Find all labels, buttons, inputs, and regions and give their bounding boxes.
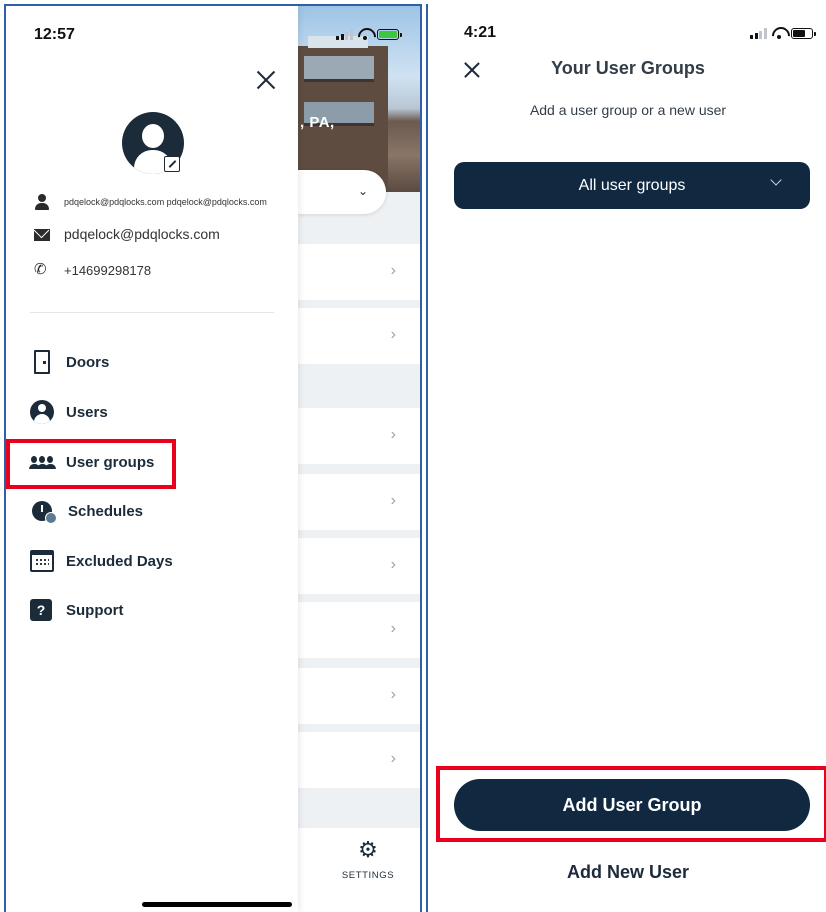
settings-label: SETTINGS (341, 870, 395, 881)
chevron-right-icon: › (390, 556, 396, 573)
list-item[interactable]: › (298, 244, 420, 300)
user-group-select[interactable]: All user groups (454, 162, 810, 209)
help-icon: ? (30, 599, 52, 621)
calendar-icon (30, 550, 54, 572)
cellular-signal-icon (336, 28, 353, 40)
status-icons (336, 28, 402, 40)
profile-email: pdqelock@pdqlocks.com (64, 226, 220, 242)
status-time: 12:57 (34, 26, 75, 43)
menu-item-users[interactable]: Users (30, 397, 108, 427)
list-item[interactable]: › (298, 732, 420, 788)
chevron-right-icon: › (390, 426, 396, 443)
menu-item-label: Excluded Days (66, 552, 173, 570)
menu-item-excluded-days[interactable]: Excluded Days (30, 546, 173, 576)
right-phone-screen: 4:21 Your User Groups Add a user group o… (426, 4, 826, 912)
menu-item-label: Support (66, 601, 124, 619)
list-item[interactable]: › (298, 668, 420, 724)
battery-charging-icon (376, 28, 402, 40)
chevron-right-icon: › (390, 686, 396, 703)
person-icon (34, 194, 50, 210)
list-item[interactable]: › (298, 474, 420, 530)
edit-avatar-icon[interactable] (164, 156, 180, 172)
chevron-down-icon (770, 174, 782, 186)
close-drawer-button[interactable] (254, 68, 278, 92)
status-time: 4:21 (464, 24, 497, 41)
profile-phone: +14699298178 (64, 262, 152, 278)
list-item[interactable]: › (298, 602, 420, 658)
status-icons (750, 27, 816, 39)
menu-item-doors[interactable]: Doors (30, 347, 109, 377)
profile-email-row: pdqelock@pdqlocks.com (34, 226, 220, 242)
divider (30, 312, 274, 313)
user-group-select-value: All user groups (578, 176, 686, 194)
chevron-right-icon: › (390, 262, 396, 279)
wifi-icon (357, 28, 373, 40)
menu-item-label: Schedules (68, 502, 144, 520)
battery-icon (790, 27, 816, 39)
gear-icon: ⚙ (358, 837, 378, 862)
add-new-user-button[interactable]: Add New User (428, 862, 826, 883)
background-app: , PA, ⌄ › › › › › › › › ⚙ SETTINGS (298, 6, 420, 912)
phone-icon: ✆ (34, 261, 47, 278)
chevron-down-icon: ⌄ (357, 184, 368, 198)
profile-username: pdqelock@pdqlocks.com pdqelock@pdqlocks.… (64, 197, 267, 207)
chevron-right-icon: › (390, 750, 396, 767)
list-item[interactable]: › (298, 308, 420, 364)
chevron-right-icon: › (390, 492, 396, 509)
chevron-right-icon: › (390, 620, 396, 637)
settings-tab[interactable]: ⚙ SETTINGS (328, 837, 408, 882)
menu-item-label: Users (66, 403, 108, 421)
cellular-signal-icon (750, 27, 767, 39)
menu-item-label: Doors (66, 353, 110, 371)
page-title: Your User Groups (551, 58, 705, 78)
highlight-box-user-groups (6, 439, 176, 489)
home-indicator (142, 902, 292, 907)
schedule-clock-icon (32, 501, 57, 524)
chevron-right-icon: › (390, 326, 396, 343)
profile-username-row: pdqelock@pdqlocks.com pdqelock@pdqlocks.… (34, 194, 267, 210)
door-icon (34, 350, 50, 374)
mail-icon (34, 229, 50, 241)
list-item[interactable]: › (298, 538, 420, 594)
screenshot-stage: , PA, ⌄ › › › › › › › › ⚙ SETTINGS 12:57… (0, 0, 826, 912)
wifi-icon (771, 27, 787, 39)
highlight-box-add-user-group (436, 766, 826, 842)
location-text: , PA, (300, 114, 335, 131)
page-subtitle: Add a user group or a new user (529, 102, 727, 118)
location-select[interactable]: ⌄ (298, 170, 386, 214)
menu-item-support[interactable]: ? Support (30, 595, 124, 625)
list-item[interactable]: › (298, 408, 420, 464)
menu-item-schedules[interactable]: Schedules (30, 496, 143, 526)
profile-phone-row: ✆ +14699298178 (34, 262, 151, 278)
user-circle-icon (30, 400, 54, 424)
